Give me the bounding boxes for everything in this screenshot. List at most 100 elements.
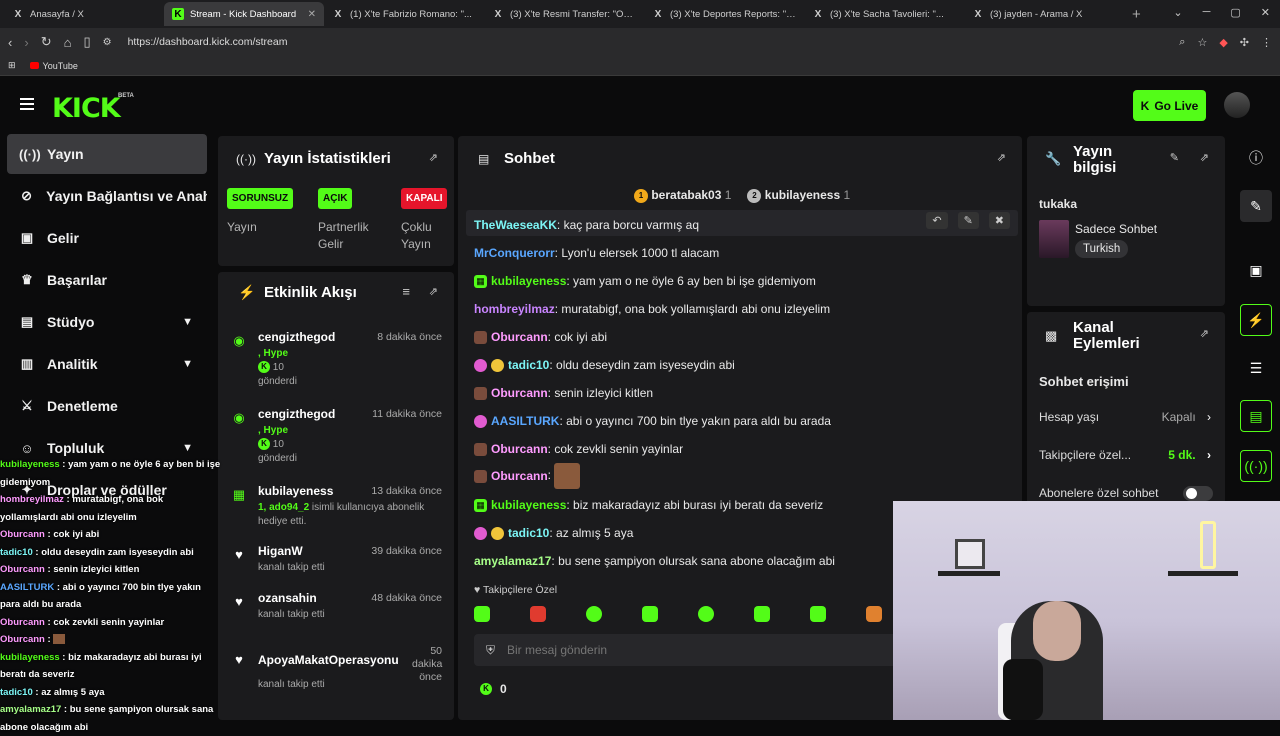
setting-value[interactable]: Kapalı › <box>1162 410 1211 424</box>
tab-list-icon[interactable]: ⌄ <box>1173 6 1182 19</box>
edit-icon[interactable]: ✎ <box>1240 190 1272 222</box>
star-icon[interactable]: ☆ <box>1197 36 1207 49</box>
chat-message[interactable]: ▦ kubilayeness: yam yam o ne öyle 6 ay be… <box>474 274 816 289</box>
top-gifter[interactable]: 1 beratabak03 1 <box>634 188 731 203</box>
apps-grid-icon[interactable]: ⊞ <box>8 60 16 71</box>
lightning-icon: ⚡ <box>238 284 256 300</box>
sidebar-item-moderation[interactable]: ⚔ Denetleme <box>7 386 207 426</box>
close-tab-icon[interactable]: ✕ <box>308 9 316 20</box>
chat-message[interactable]: Oburcann: <box>474 463 581 489</box>
sidebar-item-achievements[interactable]: ♛ Başarılar <box>7 260 207 300</box>
bookmark-youtube[interactable]: YouTube <box>29 61 78 71</box>
emote-icon[interactable] <box>810 606 826 622</box>
delete-icon[interactable]: ✖ <box>988 212 1010 229</box>
hamburger-menu-icon[interactable] <box>20 98 34 110</box>
chat-message[interactable]: MrConquerorr: Lyon'u elersek 1000 tl ala… <box>474 246 719 260</box>
chevron-right-icon: › <box>1207 410 1211 424</box>
chat-icon: ▤ <box>478 152 490 166</box>
site-info-icon[interactable]: ⚙ <box>103 37 112 48</box>
channel-points[interactable]: K0 <box>480 682 507 696</box>
popout-icon[interactable]: ⇗ <box>429 285 438 298</box>
sidebar-item-analytics[interactable]: ▥ Analitik ▼ <box>7 344 207 384</box>
go-live-button[interactable]: K Go Live <box>1133 90 1206 121</box>
chat-message[interactable]: Oburcann: cok zevkli senin yayinlar <box>474 442 683 457</box>
menu-icon[interactable]: ⋮ <box>1261 36 1272 49</box>
stream-info-title: Yayın bilgisi <box>1073 143 1117 176</box>
list-icon[interactable]: ☰ <box>1240 352 1272 384</box>
top-gifters: 1 beratabak03 1 2 kubilayeness 1 <box>634 188 850 203</box>
user-avatar[interactable] <box>1224 92 1250 118</box>
chat-message[interactable]: TheWaeseaKK: kaç para borcu varmış aq <box>474 218 699 232</box>
neon-lamp <box>1200 521 1216 569</box>
sidebar-item-revenue[interactable]: ▣ Gelir <box>7 218 207 258</box>
chat-message[interactable]: tadic10: oldu deseydin zam isyeseydin ab… <box>474 358 735 373</box>
overlay-message: amyalamaz17 : bu sene şampiyon olursak s… <box>0 704 214 733</box>
chat-message[interactable]: tadic10: az almış 5 aya <box>474 526 633 541</box>
popout-icon[interactable]: ⇗ <box>429 151 438 164</box>
edit-icon[interactable]: ✎ <box>1170 151 1179 164</box>
chat-message[interactable]: amyalamaz17: bu sene şampiyon olursak sa… <box>474 554 835 568</box>
heart-icon: ♥ <box>235 652 243 667</box>
popout-icon[interactable]: ⇗ <box>1200 327 1209 340</box>
category-name[interactable]: Sadece Sohbet <box>1075 222 1157 236</box>
user-badge-icon <box>491 359 504 373</box>
popout-icon[interactable]: ⇗ <box>1200 151 1209 164</box>
bookmark-icon[interactable]: ▯ <box>83 34 90 50</box>
maximize-icon[interactable]: ▢ <box>1230 6 1240 19</box>
chat-input[interactable] <box>507 643 868 657</box>
youtube-icon <box>29 62 39 69</box>
emote-icon[interactable] <box>754 606 770 622</box>
browser-tab[interactable]: X(3) X'te Deportes Reports: "Galatasa <box>644 2 804 26</box>
subscribers-only-toggle[interactable] <box>1183 486 1213 501</box>
emote-image <box>554 463 581 489</box>
chat-message[interactable]: Oburcann: senin izleyici kitlen <box>474 386 653 401</box>
extensions-icon[interactable]: ✣ <box>1240 36 1249 49</box>
reload-icon[interactable]: ↻ <box>41 34 52 50</box>
pin-icon[interactable]: ✎ <box>957 212 979 229</box>
browser-tab[interactable]: X Anasayfa / X <box>4 2 164 26</box>
info-icon[interactable]: ⓘ <box>1240 142 1272 174</box>
sidebar-item-studio[interactable]: ▤ Stüdyo ▼ <box>7 302 207 342</box>
new-tab-icon[interactable]: + <box>1132 6 1141 23</box>
back-icon[interactable]: ‹ <box>8 35 12 50</box>
emote-icon[interactable] <box>586 606 602 622</box>
top-gifter[interactable]: 2 kubilayeness 1 <box>747 188 850 203</box>
video-icon[interactable]: ▣ <box>1240 254 1272 286</box>
browser-tab[interactable]: X (3) X'te Sacha Tavolieri: "... <box>804 2 964 26</box>
emote-icon[interactable] <box>866 606 882 622</box>
browser-tab[interactable]: X(3) X'te Resmi Transfer: "Oyuncu: Ej <box>484 2 644 26</box>
lightning-icon[interactable]: ⚡ <box>1240 304 1272 336</box>
shield-icon: ⛨ <box>486 642 496 657</box>
broadcast-icon[interactable]: ((·)) <box>1240 450 1272 482</box>
chat-message[interactable]: hombreyilmaz: muratabigf, ona bok yollam… <box>474 302 830 316</box>
kick-logo[interactable]: KICK <box>52 93 121 124</box>
url-field[interactable]: https://dashboard.kick.com/stream <box>124 36 1168 48</box>
link-icon: ⊘ <box>21 188 33 203</box>
minimize-icon[interactable]: ─ <box>1203 6 1211 19</box>
home-icon[interactable]: ⌂ <box>64 35 72 50</box>
emote-icon[interactable] <box>530 606 546 622</box>
emote-icon[interactable] <box>642 606 658 622</box>
chat-message[interactable]: Oburcann: cok iyi abi <box>474 330 607 345</box>
filter-icon[interactable]: ≡ <box>402 284 410 299</box>
popout-icon[interactable]: ⇗ <box>997 151 1006 164</box>
sidebar-item-yayin[interactable]: ((·)) Yayın <box>7 134 207 174</box>
chat-message[interactable]: AASILTURK: abi o yayıncı 700 bin tlye ya… <box>474 414 831 429</box>
setting-value[interactable]: 5 dk. › <box>1168 448 1211 462</box>
browser-tab[interactable]: X (3) jayden - Arama / X <box>964 2 1124 26</box>
reply-icon[interactable]: ↶ <box>926 212 948 229</box>
sidebar-item-stream-key[interactable]: ⊘Yayın Bağlantısı ve Anahtar <box>7 176 207 216</box>
chat-input-box[interactable]: ⛨ <box>474 634 934 666</box>
emote-icon[interactable] <box>698 606 714 622</box>
chat-message[interactable]: ▦ kubilayeness: biz makaradayız abi buras… <box>474 498 823 513</box>
close-window-icon[interactable]: ✕ <box>1261 6 1270 19</box>
overlay-message: Oburcann : cok zevkli senin yayinlar <box>0 616 165 628</box>
zoom-icon[interactable]: ⌕ <box>1179 36 1185 49</box>
browser-tab-active[interactable]: K Stream - Kick Dashboard ✕ <box>164 2 324 26</box>
forward-icon[interactable]: › <box>24 35 28 50</box>
brave-shield-icon[interactable]: ◆ <box>1219 36 1227 49</box>
chat-icon[interactable]: ▤ <box>1240 400 1272 432</box>
browser-tab[interactable]: X (1) X'te Fabrizio Romano: "... <box>324 2 484 26</box>
emote-icon[interactable] <box>474 606 490 622</box>
broadcast-icon: ((·)) <box>19 146 41 162</box>
